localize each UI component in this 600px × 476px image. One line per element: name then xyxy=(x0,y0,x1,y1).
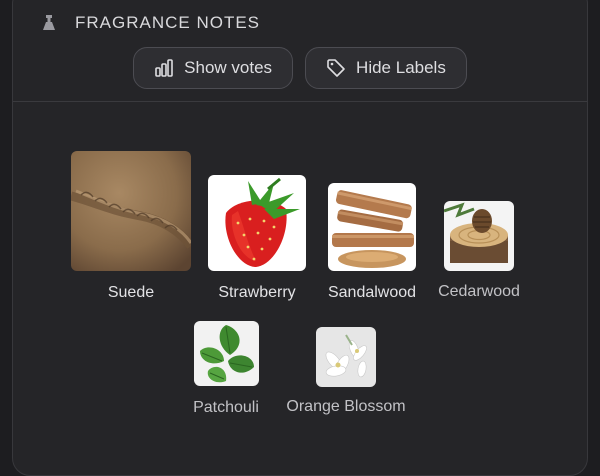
patchouli-leaves-image xyxy=(193,321,259,386)
hide-labels-button[interactable]: Hide Labels xyxy=(305,47,467,89)
sandalwood-image xyxy=(328,183,416,271)
section-title: FRAGRANCE NOTES xyxy=(75,13,261,32)
fragrance-notes-card: FRAGRANCE NOTES Show votes Hide Labels S… xyxy=(12,0,588,476)
note-sandalwood[interactable]: Sandalwood xyxy=(328,183,416,302)
note-label: Patchouli xyxy=(193,399,259,416)
strawberry-image xyxy=(208,175,306,271)
bar-chart-icon xyxy=(154,58,174,78)
hide-labels-label: Hide Labels xyxy=(356,58,446,77)
note-suede[interactable]: Suede xyxy=(71,151,191,302)
note-label: Strawberry xyxy=(218,284,296,301)
note-label: Cedarwood xyxy=(438,283,520,300)
show-votes-label: Show votes xyxy=(184,58,273,77)
tag-icon xyxy=(326,58,346,78)
note-patchouli[interactable]: Patchouli xyxy=(181,321,271,417)
cedarwood-image xyxy=(444,201,514,271)
note-label: Suede xyxy=(107,284,155,301)
note-cedarwood[interactable]: Cedarwood xyxy=(434,201,524,301)
orange-blossom-image xyxy=(316,327,376,387)
note-orange-blossom[interactable]: Orange Blossom xyxy=(279,327,413,416)
header-actions: Show votes Hide Labels xyxy=(13,47,587,89)
show-votes-button[interactable]: Show votes xyxy=(133,47,294,89)
fragrance-notes-header: FRAGRANCE NOTES Show votes Hide Labels xyxy=(13,0,587,101)
suede-leather-image xyxy=(71,151,191,271)
note-label: Sandalwood xyxy=(327,284,417,301)
header-divider xyxy=(13,101,587,102)
section-title-row: FRAGRANCE NOTES xyxy=(39,13,260,33)
perfume-bottle-icon xyxy=(39,13,59,33)
note-strawberry[interactable]: Strawberry xyxy=(208,175,306,302)
note-label: Orange Blossom xyxy=(286,398,406,415)
